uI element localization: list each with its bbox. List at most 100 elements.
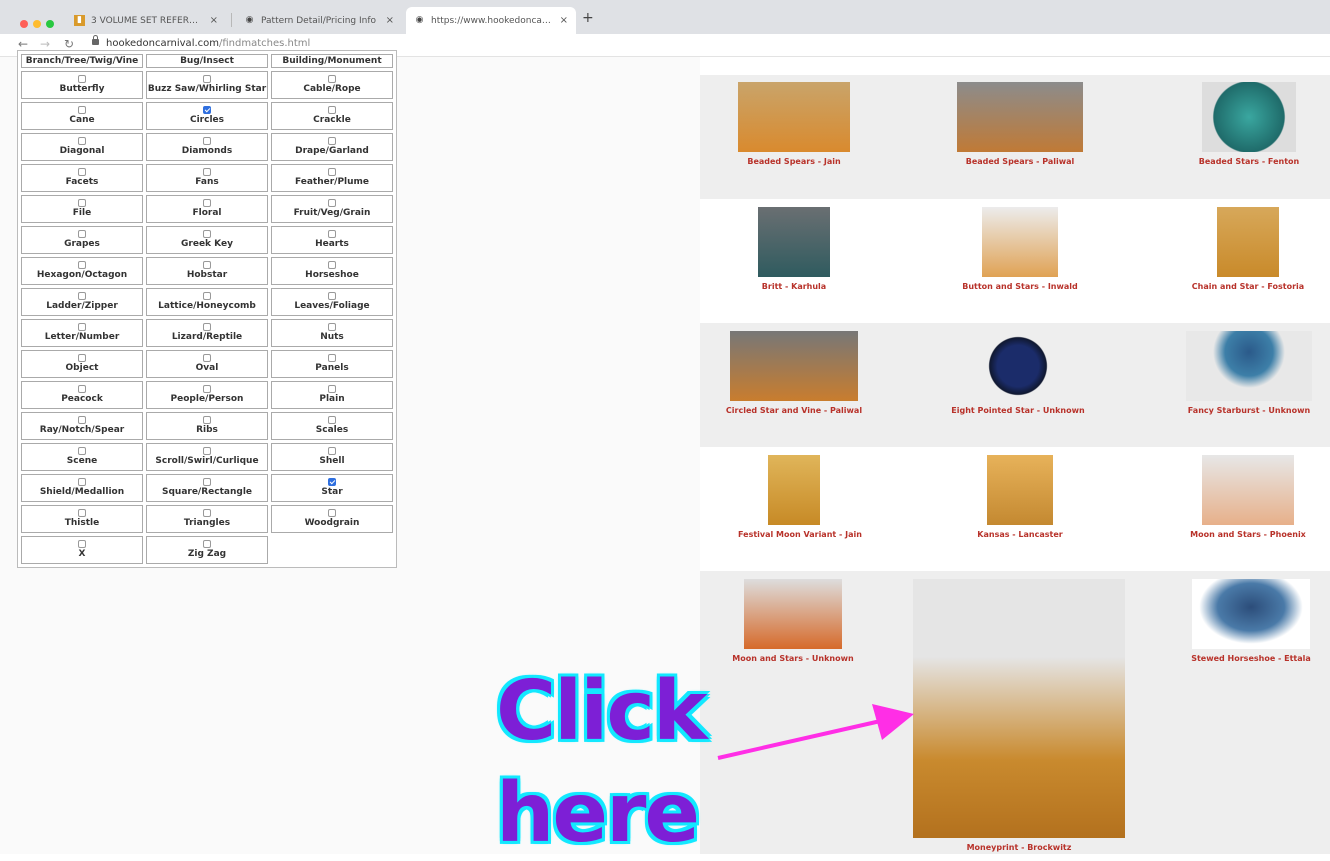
category-checkbox[interactable]	[328, 261, 336, 269]
result-item[interactable]: Britt - Karhula	[728, 207, 860, 291]
category-checkbox[interactable]	[328, 199, 336, 207]
result-item[interactable]: Festival Moon Variant - Jain	[738, 455, 862, 539]
category-checkbox[interactable]	[203, 106, 211, 114]
result-caption-link[interactable]: Kansas - Lancaster	[957, 530, 1083, 539]
result-caption-link[interactable]: Stewed Horseshoe - Ettala	[1162, 654, 1330, 663]
reload-icon[interactable]: ↻	[64, 37, 74, 51]
result-thumbnail[interactable]	[1202, 455, 1294, 525]
category-checkbox[interactable]	[328, 385, 336, 393]
category-checkbox[interactable]	[78, 478, 86, 486]
category-checkbox[interactable]	[78, 385, 86, 393]
category-checkbox[interactable]	[203, 261, 211, 269]
category-checkbox[interactable]	[78, 106, 86, 114]
category-checkbox[interactable]	[78, 323, 86, 331]
result-item[interactable]: Fancy Starburst - Unknown	[1156, 331, 1330, 415]
category-checkbox[interactable]	[78, 199, 86, 207]
result-thumbnail[interactable]	[738, 82, 850, 152]
category-checkbox[interactable]	[328, 106, 336, 114]
result-item[interactable]: Chain and Star - Fostoria	[1187, 207, 1309, 291]
result-thumbnail[interactable]	[758, 207, 830, 277]
category-checkbox[interactable]	[78, 168, 86, 176]
result-thumbnail[interactable]	[1186, 331, 1312, 401]
result-caption-link[interactable]: Circled Star and Vine - Paliwal	[700, 406, 888, 415]
category-checkbox[interactable]	[328, 230, 336, 238]
result-item[interactable]: Button and Stars - Inwald	[952, 207, 1088, 291]
category-checkbox[interactable]	[203, 137, 211, 145]
result-item[interactable]: Beaded Stars - Fenton	[1172, 82, 1326, 166]
tab-volume-set[interactable]: ▮ 3 VOLUME SET REFERENCE ×	[66, 7, 226, 34]
result-caption-link[interactable]: Chain and Star - Fostoria	[1187, 282, 1309, 291]
result-item[interactable]: Circled Star and Vine - Paliwal	[700, 331, 888, 415]
close-window-icon[interactable]	[20, 20, 28, 28]
result-thumbnail[interactable]	[1192, 579, 1310, 649]
new-tab-button[interactable]: +	[582, 10, 594, 26]
category-checkbox[interactable]	[203, 509, 211, 517]
result-caption-link[interactable]: Eight Pointed Star - Unknown	[950, 406, 1086, 415]
minimize-window-icon[interactable]	[33, 20, 41, 28]
category-checkbox[interactable]	[328, 354, 336, 362]
result-thumbnail[interactable]	[1217, 207, 1279, 277]
category-checkbox[interactable]	[78, 354, 86, 362]
category-checkbox[interactable]	[78, 416, 86, 424]
result-item[interactable]: Kansas - Lancaster	[957, 455, 1083, 539]
result-item[interactable]: Moneyprint - Brockwitz	[883, 579, 1155, 852]
category-checkbox[interactable]	[78, 447, 86, 455]
category-checkbox[interactable]	[328, 416, 336, 424]
result-thumbnail[interactable]	[913, 579, 1125, 838]
category-checkbox[interactable]	[203, 354, 211, 362]
result-caption-link[interactable]: Fancy Starburst - Unknown	[1156, 406, 1330, 415]
forward-arrow-icon[interactable]: →	[40, 37, 50, 51]
category-checkbox[interactable]	[78, 137, 86, 145]
result-caption-link[interactable]: Moon and Stars - Unknown	[714, 654, 872, 663]
result-caption-link[interactable]: Moneyprint - Brockwitz	[883, 843, 1155, 852]
category-checkbox[interactable]	[328, 168, 336, 176]
category-checkbox[interactable]	[78, 509, 86, 517]
category-checkbox[interactable]	[203, 323, 211, 331]
category-checkbox[interactable]	[78, 75, 86, 83]
result-thumbnail[interactable]	[744, 579, 842, 649]
category-checkbox[interactable]	[328, 292, 336, 300]
category-checkbox[interactable]	[328, 137, 336, 145]
address-bar[interactable]: hookedoncarnival.com/findmatches.html	[106, 38, 310, 49]
tab-close-icon[interactable]: ×	[210, 15, 218, 26]
category-checkbox[interactable]	[78, 540, 86, 548]
category-checkbox[interactable]	[328, 447, 336, 455]
category-checkbox[interactable]	[203, 199, 211, 207]
category-checkbox[interactable]	[203, 230, 211, 238]
result-caption-link[interactable]: Button and Stars - Inwald	[952, 282, 1088, 291]
result-thumbnail[interactable]	[980, 331, 1056, 401]
tab-close-icon[interactable]: ×	[560, 15, 568, 26]
result-item[interactable]: Moon and Stars - Phoenix	[1172, 455, 1324, 539]
result-caption-link[interactable]: Festival Moon Variant - Jain	[738, 530, 862, 539]
category-checkbox[interactable]	[203, 416, 211, 424]
tab-pattern-detail[interactable]: ◉ Pattern Detail/Pricing Info ×	[236, 7, 402, 34]
result-item[interactable]: Stewed Horseshoe - Ettala	[1162, 579, 1330, 663]
category-checkbox[interactable]	[328, 509, 336, 517]
maximize-window-icon[interactable]	[46, 20, 54, 28]
category-checkbox[interactable]	[203, 292, 211, 300]
result-caption-link[interactable]: Moon and Stars - Phoenix	[1172, 530, 1324, 539]
tab-close-icon[interactable]: ×	[386, 15, 394, 26]
result-item[interactable]: Beaded Spears - Paliwal	[927, 82, 1113, 166]
category-checkbox[interactable]	[78, 261, 86, 269]
category-checkbox[interactable]	[203, 540, 211, 548]
category-checkbox[interactable]	[328, 75, 336, 83]
category-checkbox[interactable]	[203, 385, 211, 393]
result-thumbnail[interactable]	[957, 82, 1083, 152]
category-checkbox[interactable]	[203, 478, 211, 486]
category-checkbox[interactable]	[203, 447, 211, 455]
result-item[interactable]: Moon and Stars - Unknown	[714, 579, 872, 663]
result-thumbnail[interactable]	[987, 455, 1053, 525]
category-checkbox[interactable]	[78, 292, 86, 300]
result-item[interactable]: Eight Pointed Star - Unknown	[950, 331, 1086, 415]
category-checkbox[interactable]	[328, 323, 336, 331]
tab-hookedoncarnival[interactable]: ◉ https://www.hookedoncarniv... ×	[406, 7, 576, 34]
result-item[interactable]: Beaded Spears - Jain	[708, 82, 880, 166]
result-caption-link[interactable]: Britt - Karhula	[728, 282, 860, 291]
back-arrow-icon[interactable]: ←	[18, 37, 28, 51]
result-thumbnail[interactable]	[982, 207, 1058, 277]
result-caption-link[interactable]: Beaded Spears - Jain	[708, 157, 880, 166]
result-caption-link[interactable]: Beaded Spears - Paliwal	[927, 157, 1113, 166]
result-caption-link[interactable]: Beaded Stars - Fenton	[1172, 157, 1326, 166]
category-checkbox[interactable]	[78, 230, 86, 238]
